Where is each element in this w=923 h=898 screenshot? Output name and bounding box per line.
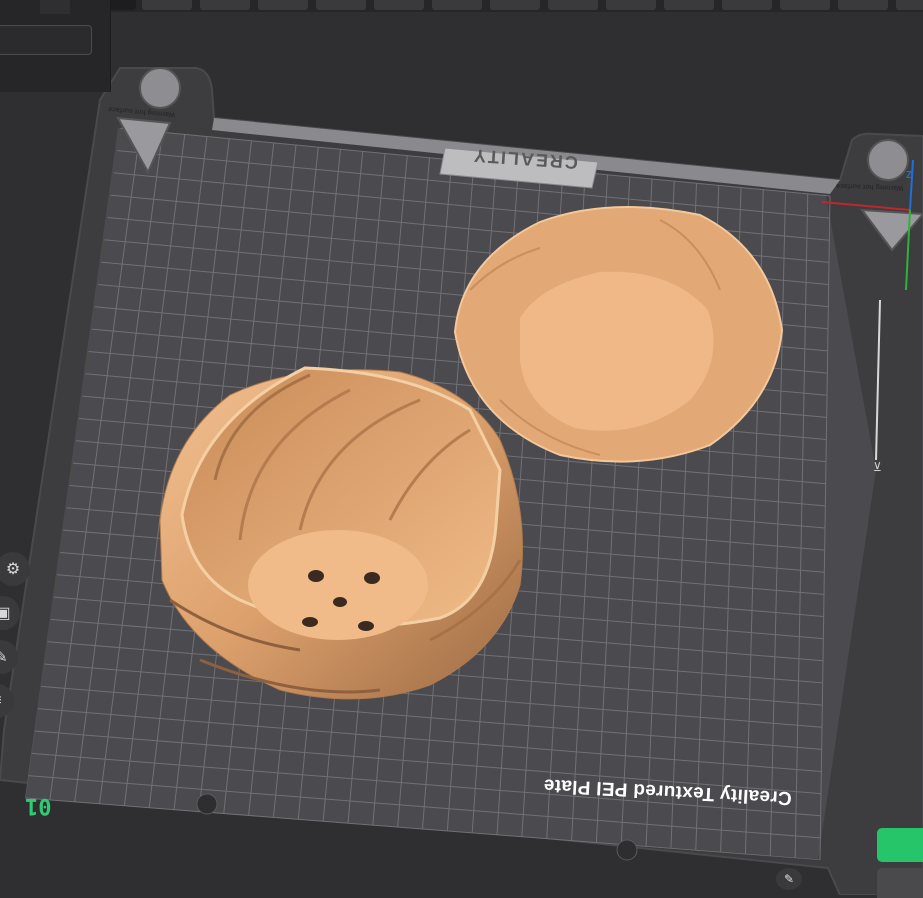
layers-glyph: ≡	[0, 692, 2, 710]
toolbar-button[interactable]	[432, 0, 482, 10]
edit-plate-icon[interactable]: ✎	[776, 868, 802, 890]
object-glyph: ▣	[0, 605, 11, 622]
view-marker-icon: ⊻	[873, 460, 882, 474]
3d-viewport[interactable]	[0, 0, 923, 895]
toolbar-button[interactable]	[142, 0, 192, 10]
toolbar-button[interactable]	[200, 0, 250, 10]
toolbar-button[interactable]	[722, 0, 772, 10]
toolbar-button[interactable]	[110, 0, 136, 10]
toolbar-button[interactable]	[258, 0, 308, 10]
toolbar-button[interactable]	[374, 0, 424, 10]
search-input[interactable]	[0, 25, 92, 55]
axis-z-label: Z	[906, 170, 913, 181]
plate-index[interactable]: 01	[25, 793, 52, 818]
toolbar-button[interactable]	[606, 0, 656, 10]
slice-button[interactable]	[877, 828, 923, 862]
pencil-glyph: ✎	[0, 649, 8, 666]
toolbar-button[interactable]	[316, 0, 366, 10]
toolbar-button[interactable]	[548, 0, 598, 10]
gear-glyph: ⚙	[5, 561, 21, 578]
object-list-panel	[0, 0, 111, 92]
toolbar-button[interactable]	[490, 0, 540, 10]
edit-button[interactable]	[40, 0, 70, 14]
model-lid[interactable]	[453, 206, 784, 463]
toolbar-button[interactable]	[780, 0, 830, 10]
top-toolbar	[0, 0, 923, 12]
export-button[interactable]	[877, 868, 923, 898]
plate-bolt-left	[196, 793, 218, 815]
toolbar-button[interactable]	[896, 0, 923, 10]
plate-bolt-right	[616, 839, 638, 861]
toolbar-button[interactable]	[664, 0, 714, 10]
model-bowl[interactable]	[159, 366, 523, 700]
toolbar-button[interactable]	[838, 0, 888, 10]
